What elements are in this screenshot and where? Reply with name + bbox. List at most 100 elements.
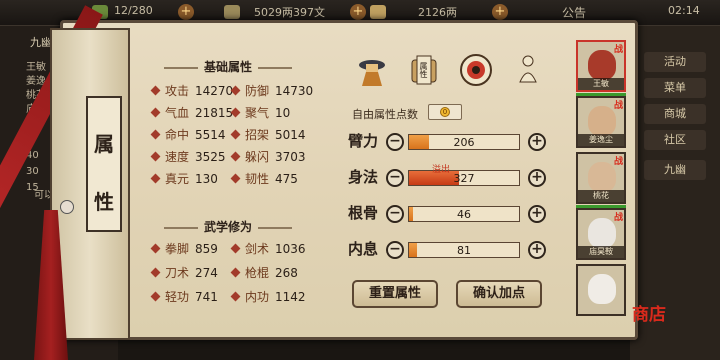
stat-item: 防御 14730	[230, 82, 313, 99]
stat-bullet	[230, 151, 241, 162]
party-portrait[interactable]: 战王敏	[576, 40, 626, 92]
add-money-button[interactable]: +	[350, 4, 366, 20]
portrait-name: 王敏	[578, 78, 624, 90]
stat-value: 14270	[195, 84, 234, 98]
ornament-left	[164, 226, 198, 229]
energy-value: 12/280	[114, 4, 153, 17]
silver-icon	[370, 5, 386, 19]
stat-item: 聚气 10	[230, 104, 291, 121]
martial-stat-item: 刀术 274	[150, 264, 218, 281]
add-energy-button[interactable]: +	[178, 4, 194, 20]
stat-item: 气血 21815	[150, 104, 234, 121]
party-portrait[interactable]	[576, 264, 626, 316]
scroll-label: 属 性	[86, 96, 122, 232]
bg-activity-button[interactable]: 活动	[644, 52, 706, 72]
increase-button[interactable]: +	[528, 133, 546, 151]
stat-item: 攻击 14270	[150, 82, 234, 99]
party-portrait[interactable]: 战桃花	[576, 152, 626, 204]
attribute-name: 臂力	[348, 132, 379, 150]
bg-shop-button[interactable]: 商城	[644, 104, 706, 124]
stat-bullet	[150, 129, 161, 140]
martial-stat-item: 剑术 1036	[230, 240, 306, 257]
tab-skills[interactable]	[458, 52, 494, 88]
stat-bullet	[150, 243, 161, 254]
stat-name: 韧性	[245, 172, 270, 186]
reset-attributes-button[interactable]: 重置属性	[352, 280, 438, 308]
attribute-value: 81	[457, 244, 471, 257]
stat-value: 274	[195, 266, 218, 280]
stat-name: 内功	[245, 290, 270, 304]
stat-name: 刀术	[165, 266, 190, 280]
scroll-char-2: 性	[94, 190, 114, 214]
portrait-face	[588, 274, 616, 304]
portrait-face	[588, 50, 616, 80]
decrease-button[interactable]: −	[386, 241, 404, 259]
portrait-name: 桃花	[578, 190, 624, 202]
battle-tag: 战	[613, 157, 623, 167]
confirm-points-button[interactable]: 确认加点	[456, 280, 542, 308]
money-icon	[224, 5, 240, 19]
decrease-button[interactable]: −	[386, 133, 404, 151]
basic-attributes-title: 基础属性	[158, 58, 298, 75]
add-silver-button[interactable]: +	[492, 4, 508, 20]
stat-value: 268	[275, 266, 298, 280]
stat-bullet	[150, 173, 161, 184]
decrease-button[interactable]: −	[386, 205, 404, 223]
free-points-label: 自由属性点数	[352, 108, 418, 121]
portrait-name: 姜逸尘	[578, 134, 624, 146]
stat-value: 3703	[275, 150, 306, 164]
portrait-face	[588, 106, 616, 136]
party-portrait[interactable]: 战姜逸尘	[576, 96, 626, 148]
shop-label[interactable]: 商店	[632, 300, 666, 325]
stat-bullet	[230, 85, 241, 96]
stat-item: 真元 130	[150, 170, 218, 187]
stat-value: 3525	[195, 150, 226, 164]
battle-tag: 战	[613, 213, 623, 223]
meditation-icon	[519, 55, 537, 83]
stat-item: 躲闪 3703	[230, 148, 306, 165]
party-portrait[interactable]: 战庙昊鞍	[576, 208, 626, 260]
bg-row: 30	[26, 166, 39, 177]
stat-value: 741	[195, 290, 218, 304]
stat-value: 475	[275, 172, 298, 186]
increase-button[interactable]: +	[528, 169, 546, 187]
attribute-name: 内息	[348, 240, 379, 258]
portrait-hp-bar	[576, 205, 626, 208]
tab-attributes[interactable]: 属性	[406, 52, 442, 88]
tab-meditation[interactable]	[510, 52, 546, 88]
ornament-right	[258, 66, 293, 69]
attribute-bar: 206	[408, 134, 520, 150]
bg-menu-button[interactable]: 菜单	[644, 78, 706, 98]
portrait-name: 庙昊鞍	[578, 246, 624, 258]
free-points-value: 0	[440, 107, 450, 117]
stat-bullet	[230, 267, 241, 278]
increase-button[interactable]: +	[528, 205, 546, 223]
stat-name: 攻击	[165, 84, 190, 98]
stat-value: 10	[275, 106, 291, 120]
martial-stat-item: 枪棍 268	[230, 264, 298, 281]
attribute-name: 身法	[348, 168, 379, 186]
free-points-box: 0	[428, 104, 462, 120]
stat-name: 防御	[245, 84, 270, 98]
decrease-button[interactable]: −	[386, 169, 404, 187]
stat-value: 5014	[275, 128, 306, 142]
stat-name: 气血	[165, 106, 190, 120]
stat-name: 枪棍	[245, 266, 270, 280]
stat-name: 速度	[165, 150, 190, 164]
attribute-bar: 46	[408, 206, 520, 222]
stat-value: 21815	[195, 106, 234, 120]
martial-arts-title: 武学修为	[158, 218, 298, 235]
stat-item: 韧性 475	[230, 170, 298, 187]
tab-character[interactable]	[354, 52, 390, 88]
stat-bullet	[150, 151, 161, 162]
battle-tag: 战	[613, 101, 623, 111]
bg-community-button[interactable]: 社区	[644, 130, 706, 150]
announcement-button[interactable]: 公告	[562, 4, 586, 21]
ornament-right	[258, 226, 293, 229]
increase-button[interactable]: +	[528, 241, 546, 259]
attribute-value: 206	[453, 136, 475, 149]
stat-name: 轻功	[165, 290, 190, 304]
stat-name: 招架	[245, 128, 270, 142]
clock: 02:14	[668, 4, 700, 17]
stat-bullet	[150, 267, 161, 278]
